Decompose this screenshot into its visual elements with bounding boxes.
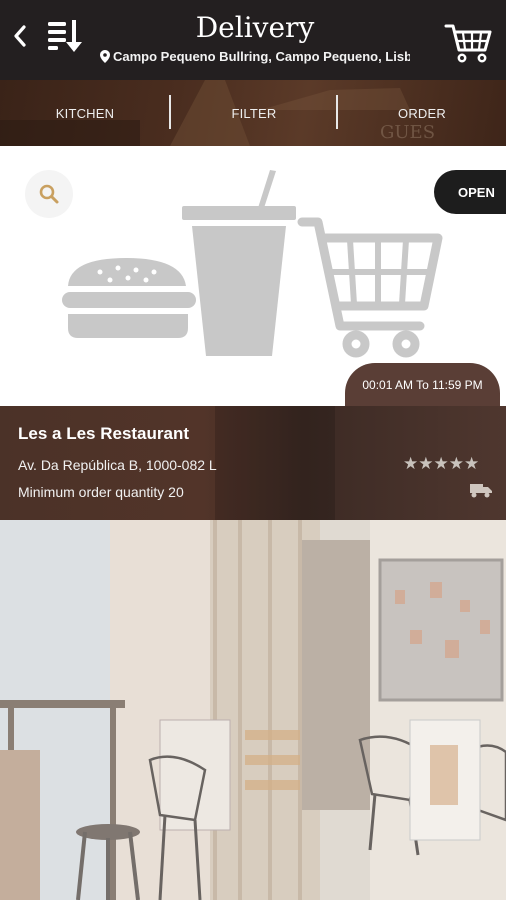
minimum-order: Minimum order quantity 20 <box>18 484 184 500</box>
restaurant-address: Av. Da República B, 1000-082 L... <box>18 457 218 473</box>
restaurant-placeholder-illustration <box>62 170 443 358</box>
panel-shade <box>215 406 335 520</box>
opening-hours-badge: 00:01 AM To 11:59 PM <box>345 363 500 407</box>
restaurant-name: Les a Les Restaurant <box>18 424 190 443</box>
sort-button[interactable] <box>44 16 90 56</box>
app-header: Delivery Campo Pequeno Bullring, Campo P… <box>0 0 506 80</box>
drink-cup-icon <box>182 170 296 356</box>
shopping-cart-icon <box>444 24 492 63</box>
restaurant-photo[interactable] <box>0 520 506 900</box>
search-icon <box>39 184 59 204</box>
search-button[interactable] <box>25 170 73 218</box>
location-text: Campo Pequeno Bullring, Campo Pequeno, L… <box>113 49 410 64</box>
sort-icon <box>48 20 82 52</box>
burger-icon <box>62 258 196 338</box>
page-title: Delivery <box>195 11 315 44</box>
location-pin-icon <box>100 50 110 63</box>
category-nav: GUES KITCHEN FILTER ORDER <box>0 80 506 146</box>
tab-order[interactable]: ORDER <box>338 80 506 146</box>
delivery-truck-icon <box>470 484 492 498</box>
restaurant-interior-image <box>0 520 506 900</box>
tab-kitchen[interactable]: KITCHEN <box>0 80 170 146</box>
back-button[interactable] <box>6 18 34 54</box>
restaurant-info-panel[interactable]: Les a Les Restaurant Av. Da República B,… <box>0 406 506 520</box>
rating-stars: ★★★★★ <box>403 454 480 474</box>
cart-button[interactable] <box>443 20 493 64</box>
chevron-left-icon <box>14 25 26 47</box>
delivery-location[interactable]: Campo Pequeno Bullring, Campo Pequeno, L… <box>100 49 410 64</box>
cart-illustration-icon <box>297 217 443 358</box>
open-status-badge: OPEN <box>434 170 506 214</box>
tab-filter[interactable]: FILTER <box>171 80 337 146</box>
